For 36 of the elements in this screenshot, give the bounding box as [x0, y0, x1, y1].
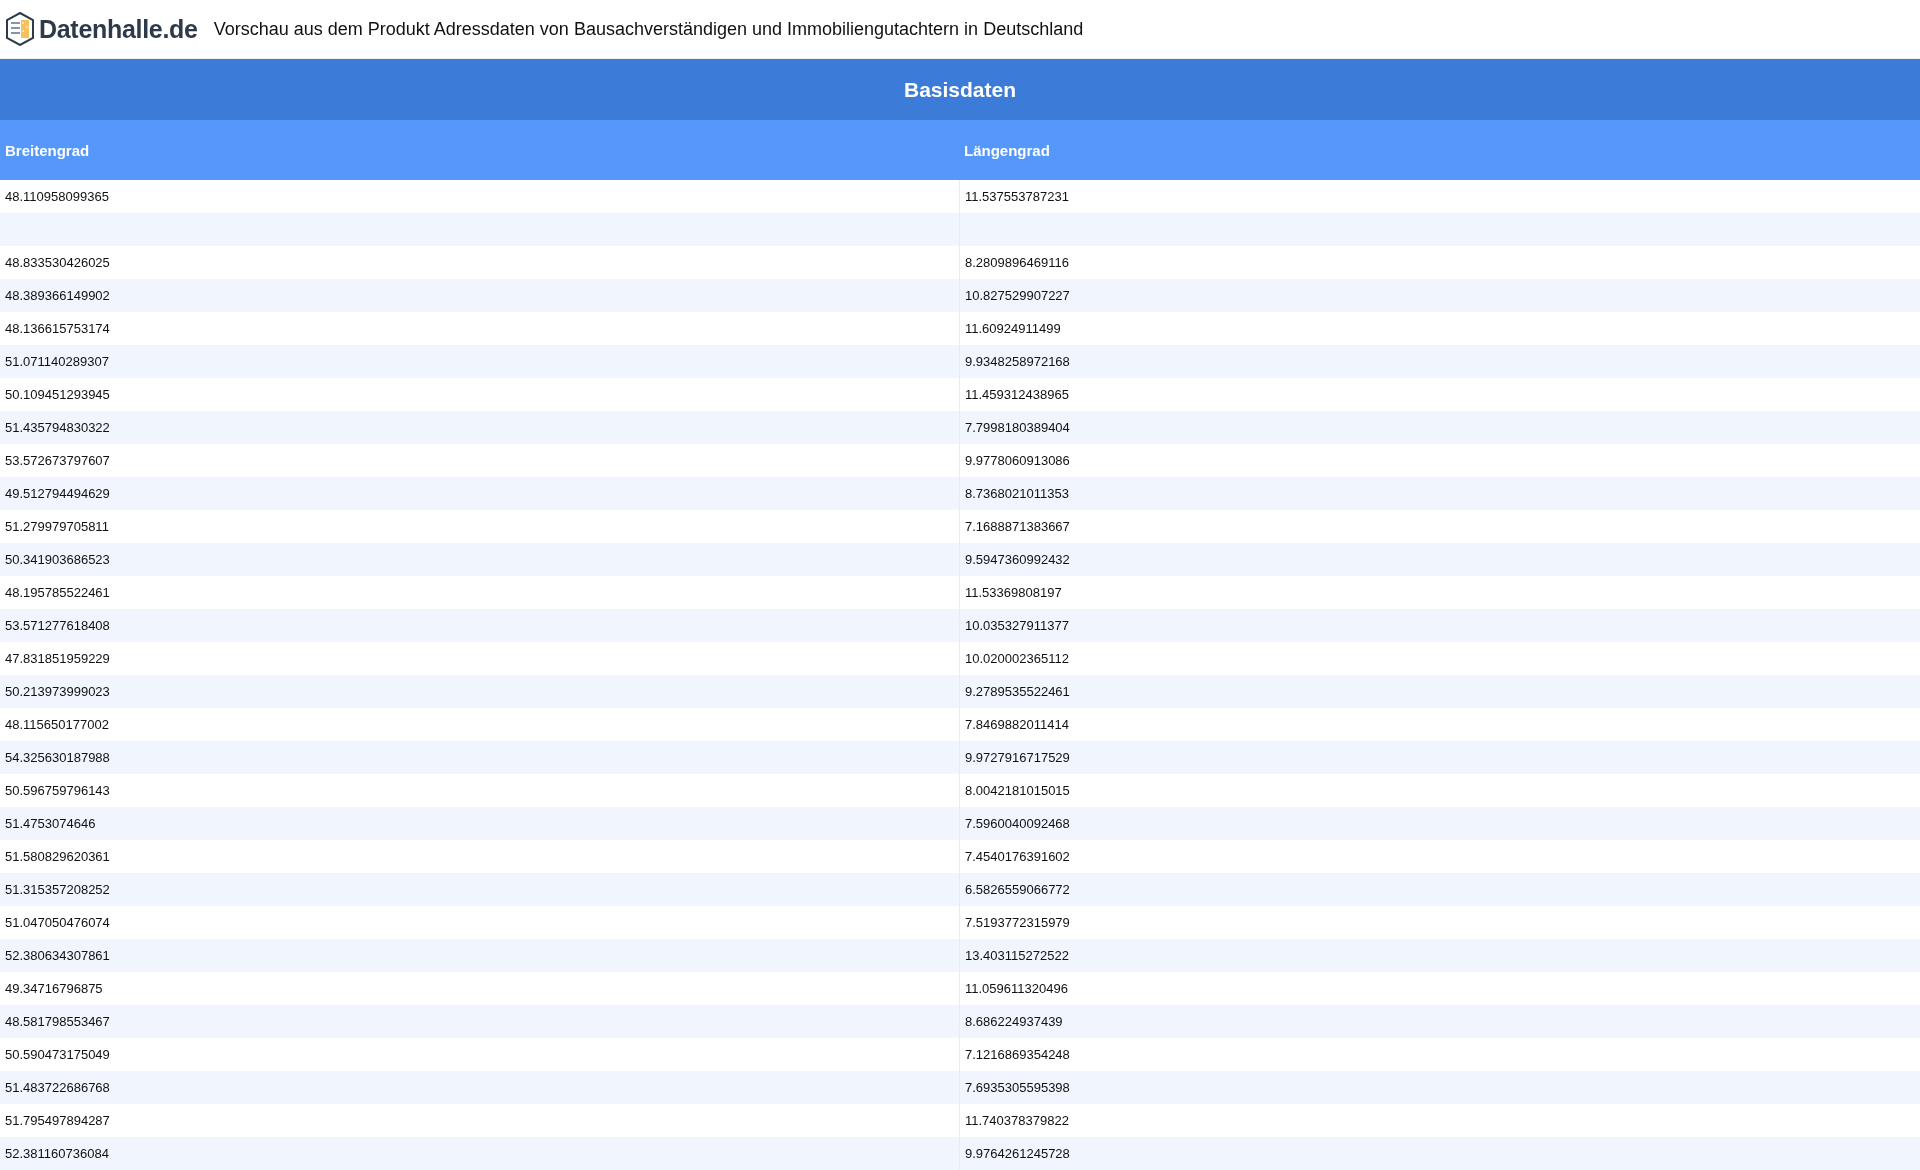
table-cell-text: 54.325630187988	[4, 749, 111, 767]
table-cell-text: 49.512794494629	[4, 485, 111, 503]
table-group-heading: Basisdaten	[0, 59, 1920, 120]
table-cell-text: 50.341903686523	[4, 551, 111, 569]
table-cell-text: 51.580829620361	[4, 848, 111, 866]
table-cell-text: 50.109451293945	[4, 386, 111, 404]
table-cell-text: 48.581798553467	[4, 1013, 111, 1031]
table-cell-text: 51.071140289307	[4, 353, 110, 371]
table-cell-text: 51.435794830322	[4, 419, 111, 437]
table-cell-text: 48.110958099365	[4, 188, 110, 206]
table-cell-text: 47.831851959229	[4, 650, 111, 668]
logo-text[interactable]: Datenhalle.de	[39, 14, 198, 44]
server-stack-icon	[5, 12, 35, 46]
table-cell-text: 48.115650177002	[4, 716, 110, 734]
page-title: Vorschau aus dem Produkt Adressdaten von Bausachverständigen und Immobiliengutachtern in Deutschland	[213, 18, 1084, 40]
table-cell-text: 51.483722686768	[4, 1079, 111, 1097]
table-cell-text: 53.571277618408	[4, 617, 111, 635]
table-cell-text: 49.34716796875	[4, 980, 104, 998]
table-cell-text: 52.380634307861	[4, 947, 111, 965]
table-cell-text: 50.590473175049	[4, 1046, 111, 1064]
table-cell-text: 52.381160736084	[4, 1145, 110, 1163]
column-header: Längengrad	[963, 140, 1051, 161]
table-cell-text: 51.279979705811	[4, 518, 110, 536]
table-cell-text: 51.795497894287	[4, 1112, 111, 1130]
table-cell-text: 51.047050476074	[4, 914, 111, 932]
column-header: Breitengrad	[4, 140, 91, 161]
table-cell-text: 48.389366149902	[4, 287, 111, 305]
table-cell-text: 50.213973999023	[4, 683, 111, 701]
table-cell-text: 48.195785522461	[4, 584, 111, 602]
table-cell-text: 48.136615753174	[4, 320, 111, 338]
table-cell: 9.9764261245728	[959, 1137, 1920, 1170]
table-cell-text: 53.572673797607	[4, 452, 111, 470]
table-cell-text: 48.833530426025	[4, 254, 111, 272]
table-cell-text: 51.315357208252	[4, 881, 111, 899]
table-cell-text: 50.596759796143	[4, 782, 111, 800]
table-cell-text: 51.4753074646	[4, 815, 97, 833]
